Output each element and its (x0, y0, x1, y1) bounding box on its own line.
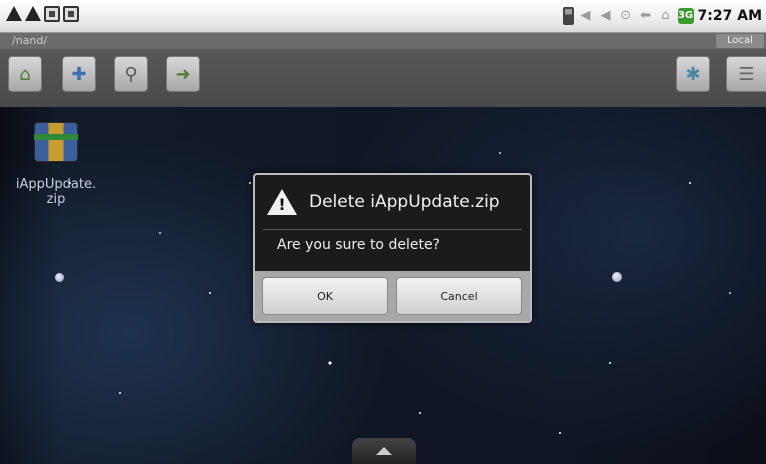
warning-notification-icon (6, 6, 22, 21)
clock-time: 7:27 AM (697, 8, 762, 24)
cancel-button-label: Cancel (440, 289, 478, 303)
new-folder-button[interactable]: ✚ (62, 56, 96, 92)
move-button[interactable]: ➜ (166, 56, 200, 92)
search-button[interactable]: ⚲ (114, 56, 148, 92)
settings-icon: ✱ (685, 63, 701, 85)
usb-debug-notification-icon (63, 6, 79, 22)
current-path: /nand/ (12, 34, 48, 47)
dialog-divider (263, 229, 522, 230)
file-name: iAppUpdate. zip (15, 177, 97, 207)
warning-notification-icon-2 (25, 6, 41, 21)
status-bar: ◀ ◀ ⊙ ⬅ ⌂ 3G 7:27 AM (0, 0, 766, 33)
delete-confirmation-dialog: ! Delete iAppUpdate.zip Are you sure to … (253, 173, 532, 323)
home-icon: ⌂ (19, 63, 31, 85)
warning-icon: ! (267, 189, 297, 215)
volume-up-icon: ◀ (600, 8, 611, 23)
clock-icon: ⊙ (620, 8, 631, 23)
move-icon: ➜ (175, 63, 191, 85)
app-drawer-handle[interactable] (352, 438, 416, 464)
zip-archive-strap (34, 134, 78, 140)
volume-down-icon: ◀ (580, 8, 591, 23)
ok-button-label: OK (317, 289, 333, 303)
ok-button[interactable]: OK (262, 277, 388, 315)
list-view-button[interactable]: ☰ (726, 56, 766, 92)
file-item-label[interactable]: iAppUpdate. zip (8, 177, 104, 207)
path-bar: /nand/ Local (0, 33, 766, 49)
cancel-button[interactable]: Cancel (396, 277, 522, 315)
home-button[interactable]: ⌂ (8, 56, 42, 92)
zip-archive-icon (34, 122, 78, 162)
home-status-icon: ⌂ (661, 8, 670, 23)
settings-button[interactable]: ✱ (676, 56, 710, 92)
storage-location-button[interactable]: Local (716, 34, 764, 48)
new-folder-icon: ✚ (71, 63, 87, 85)
usb-notification-icon (44, 6, 60, 22)
wallpaper-planet (55, 273, 64, 282)
wallpaper-planet-2 (612, 272, 622, 282)
dialog-button-bar: OK Cancel (255, 271, 530, 321)
list-view-icon: ☰ (738, 63, 755, 85)
back-icon: ⬅ (640, 8, 651, 23)
dialog-header: ! Delete iAppUpdate.zip (255, 175, 530, 229)
warning-mark: ! (278, 195, 286, 214)
chevron-up-icon (376, 447, 392, 455)
search-icon: ⚲ (124, 63, 138, 85)
notification-icons[interactable] (6, 6, 79, 22)
file-item-iappupdate[interactable] (30, 116, 86, 164)
signal-icon: 3G (677, 8, 694, 24)
file-manager-toolbar: /nand/ Local ⌂ ✚ ⚲ ➜ ✱ ☰ (0, 33, 766, 107)
dialog-message: Are you sure to delete? (277, 237, 440, 253)
dialog-title: Delete iAppUpdate.zip (309, 192, 500, 212)
battery-icon (562, 7, 574, 25)
system-icons: ◀ ◀ ⊙ ⬅ ⌂ 3G 7:27 AM (562, 6, 762, 26)
